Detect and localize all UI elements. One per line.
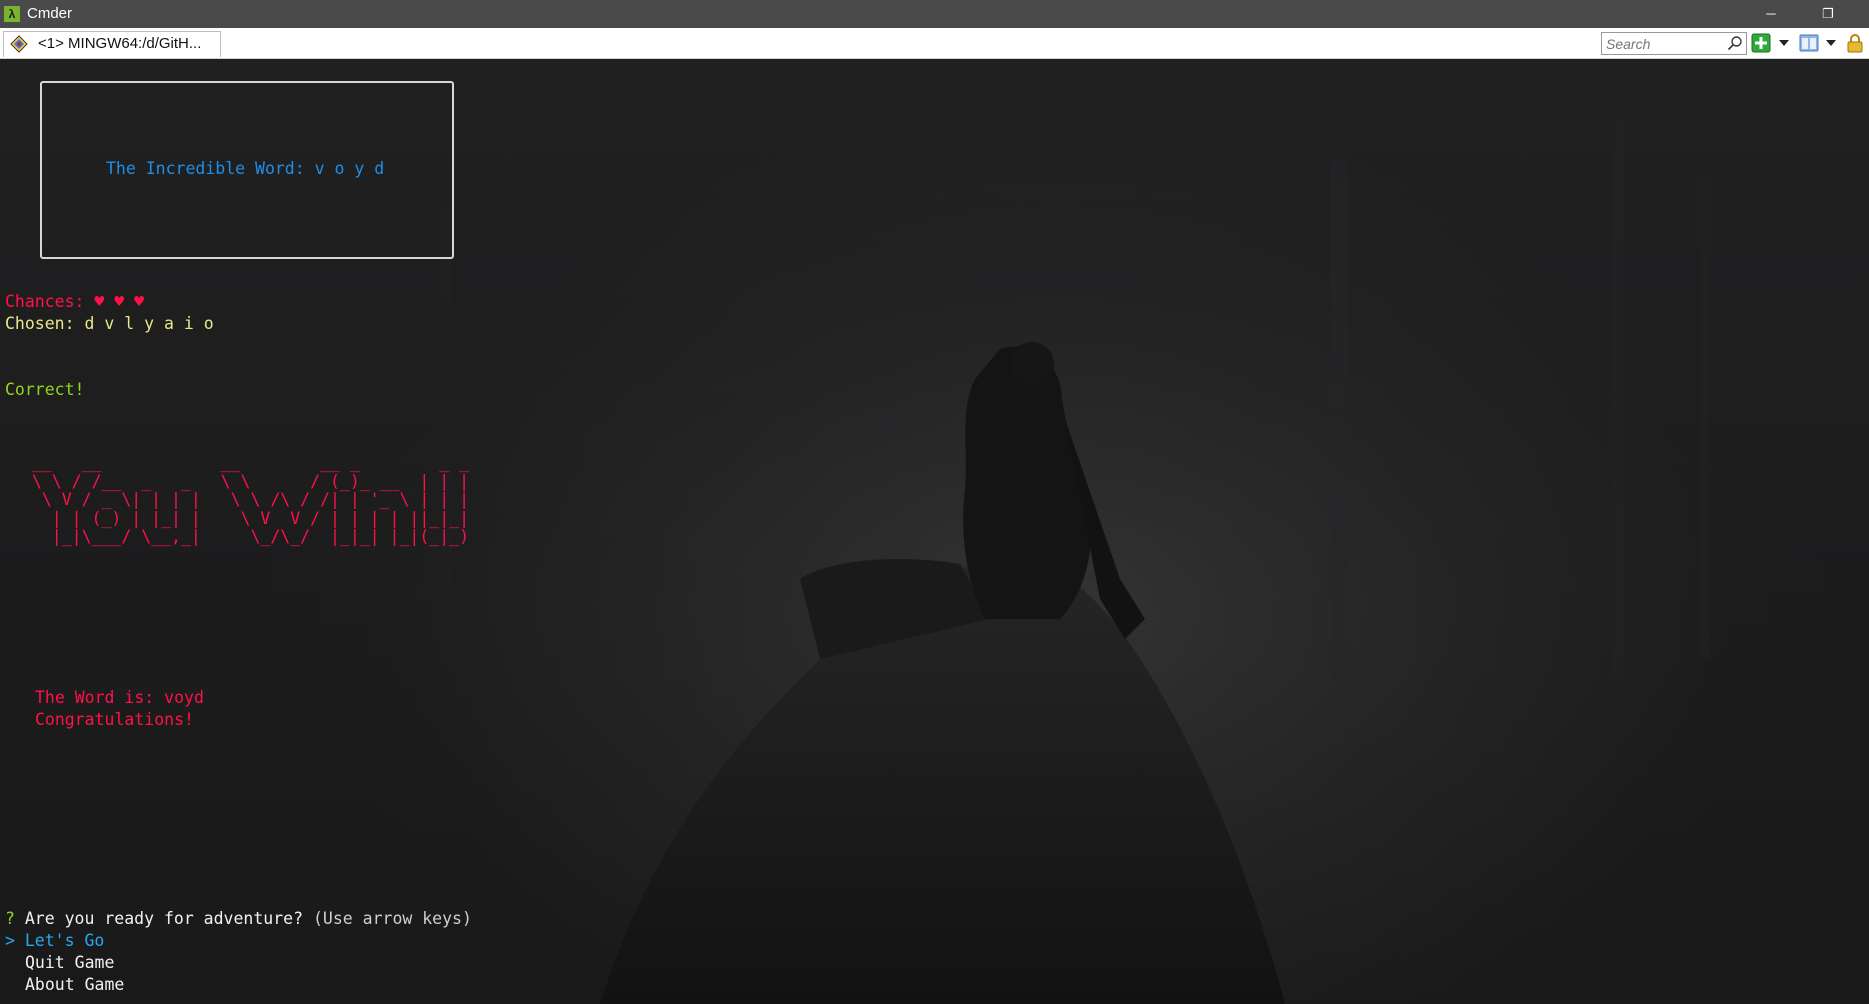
window-title: Cmder: [27, 5, 73, 22]
tab-bar: <1> MINGW64:/d/GitH...: [0, 28, 1869, 59]
word-letters: v o y d: [314, 159, 385, 178]
minimize-button[interactable]: ─: [1751, 3, 1791, 25]
tab-label: <1> MINGW64:/d/GitH...: [38, 35, 202, 52]
you-win-banner: __ __ __ __ _ _ _ \ \ / /__ _ _ \ \ / (_…: [31, 453, 470, 546]
chances-label: Chances:: [5, 292, 85, 311]
prompt-question: Are you ready for adventure?: [24, 909, 304, 928]
chosen-line: Chosen: d v l y a i o: [5, 314, 214, 334]
lambda-icon: λ: [4, 6, 20, 22]
option-label: Let's Go: [24, 931, 105, 950]
search-icon[interactable]: [1727, 35, 1743, 51]
chosen-label: Chosen:: [5, 314, 75, 333]
feedback-text: Correct!: [5, 380, 85, 399]
selection-pointer-icon: >: [5, 931, 15, 950]
word-box: The Incredible Word: v o y d: [40, 81, 454, 259]
chances-line: Chances: ♥ ♥ ♥: [5, 292, 144, 312]
menu-option-lets-go[interactable]: > Let's Go: [5, 931, 104, 951]
menu-option-about-game[interactable]: About Game: [25, 975, 124, 995]
search-input[interactable]: [1604, 34, 1726, 54]
prompt-line: ? Are you ready for adventure? (Use arro…: [5, 909, 472, 929]
new-console-dropdown-icon[interactable]: [1779, 40, 1789, 46]
title-bar: λ Cmder ─ ❐: [0, 0, 1869, 28]
result-word-line: The Word is: voyd: [35, 688, 204, 707]
prompt-hint: (Use arrow keys): [312, 909, 472, 928]
console-tab[interactable]: <1> MINGW64:/d/GitH...: [3, 31, 221, 57]
chosen-letters: d v l y a i o: [84, 314, 214, 333]
word-label: The Incredible Word:: [106, 159, 305, 178]
layout-dropdown-icon[interactable]: [1826, 40, 1836, 46]
search-box[interactable]: [1601, 32, 1747, 55]
congrats-text: Congratulations!: [35, 710, 194, 729]
prompt-marker: ?: [5, 909, 15, 928]
layout-icon[interactable]: [1799, 33, 1819, 53]
console-tab-icon: [10, 35, 28, 53]
terminal-area[interactable]: The Incredible Word: v o y d Chances: ♥ …: [0, 59, 1869, 1004]
new-console-icon[interactable]: [1751, 33, 1771, 53]
lock-icon[interactable]: [1845, 33, 1865, 53]
word-display: The Incredible Word: v o y d: [106, 159, 384, 178]
menu-option-quit-game[interactable]: Quit Game: [25, 953, 114, 973]
restore-button[interactable]: ❐: [1808, 3, 1848, 25]
hearts-icon: ♥ ♥ ♥: [94, 292, 145, 311]
